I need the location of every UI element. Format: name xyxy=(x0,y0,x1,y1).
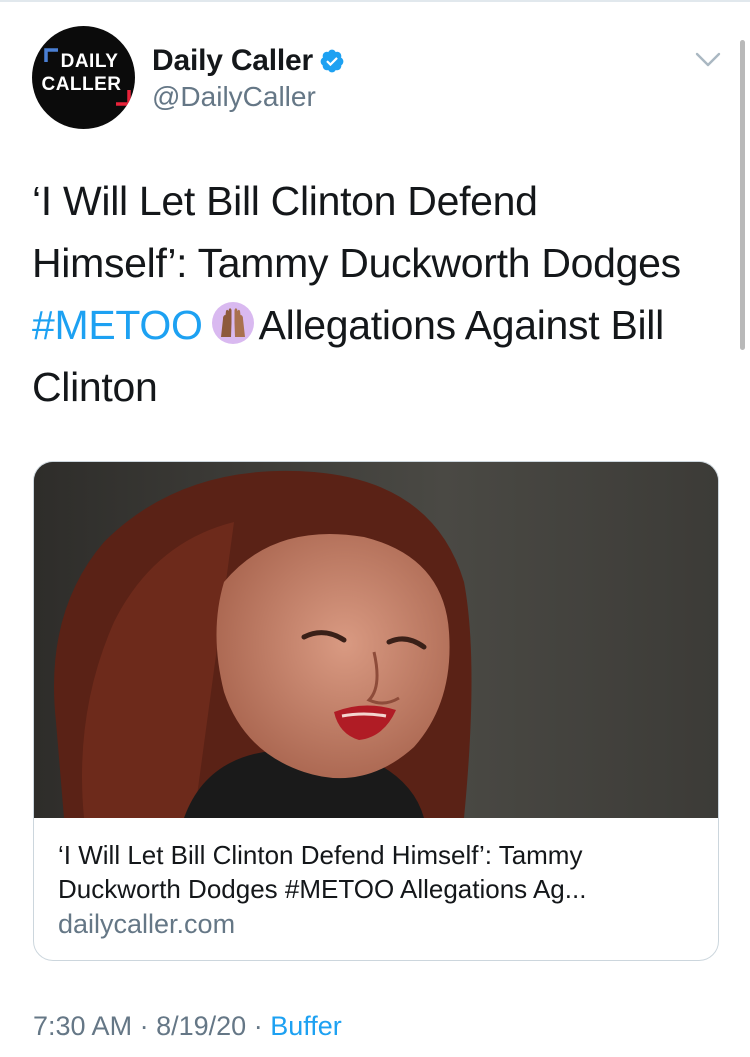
top-divider xyxy=(0,0,750,2)
raised-hands-emoji-icon xyxy=(211,300,255,344)
card-title-line: ‘I Will Let Bill Clinton Defend Himself’… xyxy=(58,840,583,870)
card-image[interactable] xyxy=(34,462,718,818)
link-card[interactable]: ‘I Will Let Bill Clinton Defend Himself’… xyxy=(33,461,719,961)
tweet-text: ‘I Will Let Bill Clinton Defend Himself’… xyxy=(32,170,722,418)
tweet-text-line: Himself’: Tammy Duckworth Dodges xyxy=(32,240,681,286)
logo-text-caller: CALLER xyxy=(41,74,122,95)
tweet-date[interactable]: 8/19/20 xyxy=(156,1011,246,1041)
tweet-text-line: Clinton xyxy=(32,364,158,410)
hashtag-link[interactable]: #METOO xyxy=(32,302,203,348)
tweet-source-link[interactable]: Buffer xyxy=(270,1011,342,1041)
card-domain: dailycaller.com xyxy=(58,909,236,939)
tweet-meta: 7:30 AM · 8/19/20 · Buffer xyxy=(33,1011,342,1042)
display-name[interactable]: Daily Caller xyxy=(152,44,313,78)
avatar[interactable]: DAILY CALLER xyxy=(32,26,135,129)
author-handle[interactable]: @DailyCaller xyxy=(152,81,316,113)
verified-badge-icon xyxy=(320,49,344,73)
tweet-text-segment: Allegations Against Bill xyxy=(258,302,665,348)
meta-separator: · xyxy=(139,1011,149,1041)
tweet-text-line: #METOO Allegations Against Bill xyxy=(32,294,722,356)
author-name-row[interactable]: Daily Caller xyxy=(152,44,345,78)
logo-text-daily: DAILY xyxy=(60,51,119,72)
tweet-time[interactable]: 7:30 AM xyxy=(33,1011,132,1041)
scrollbar[interactable] xyxy=(740,40,745,350)
card-title-line: Duckworth Dodges #METOO Allegations Ag..… xyxy=(58,874,587,904)
meta-separator: · xyxy=(253,1011,263,1041)
chevron-down-icon[interactable] xyxy=(694,48,722,72)
photo-of-woman-icon xyxy=(34,462,718,818)
tweet-text-line: ‘I Will Let Bill Clinton Defend xyxy=(32,178,538,224)
card-title[interactable]: ‘I Will Let Bill Clinton Defend Himself’… xyxy=(58,838,698,906)
